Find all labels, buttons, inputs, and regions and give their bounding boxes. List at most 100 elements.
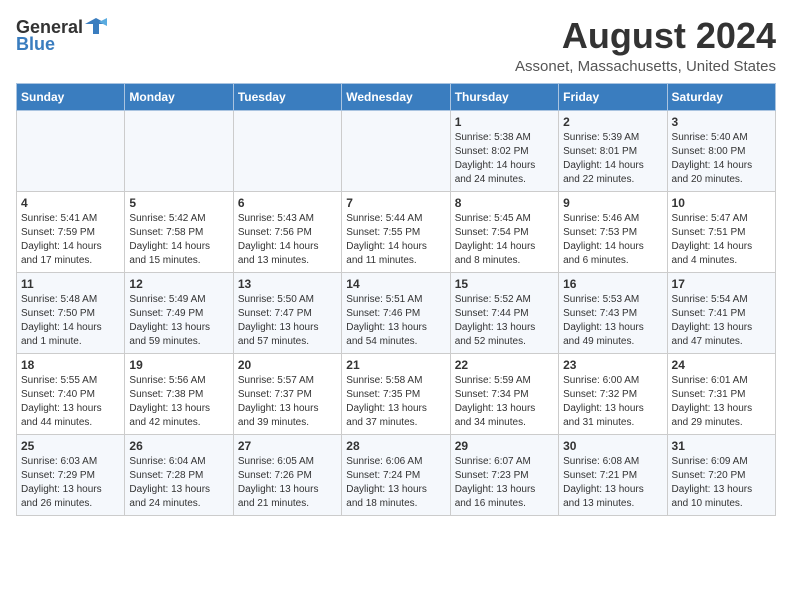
calendar-cell: 2 Sunrise: 5:39 AM Sunset: 8:01 PM Daylig… <box>559 110 667 191</box>
day-number: 13 <box>238 277 337 291</box>
calendar-cell <box>233 110 341 191</box>
day-number: 28 <box>346 439 445 453</box>
day-info: Sunrise: 5:54 AM Sunset: 7:41 PM Dayligh… <box>672 293 771 349</box>
day-number: 4 <box>21 196 120 210</box>
day-number: 22 <box>455 358 554 372</box>
day-info: Sunrise: 5:41 AM Sunset: 7:59 PM Dayligh… <box>21 212 120 268</box>
day-info: Sunrise: 5:51 AM Sunset: 7:46 PM Dayligh… <box>346 293 445 349</box>
day-info: Sunrise: 6:08 AM Sunset: 7:21 PM Dayligh… <box>563 455 662 511</box>
calendar-cell <box>17 110 125 191</box>
day-number: 20 <box>238 358 337 372</box>
calendar-cell: 31 Sunrise: 6:09 AM Sunset: 7:20 PM Dayli… <box>667 434 775 515</box>
calendar-cell: 3Sunrise: 5:40 AM Sunset: 8:00 PM Daylig… <box>667 110 775 191</box>
day-number: 10 <box>672 196 771 210</box>
day-info: Sunrise: 5:46 AM Sunset: 7:53 PM Dayligh… <box>563 212 662 268</box>
title-area: August 2024 Assonet, Massachusetts, Unit… <box>515 16 776 75</box>
calendar-cell: 1 Sunrise: 5:38 AM Sunset: 8:02 PM Daylig… <box>450 110 558 191</box>
logo-bird-icon <box>85 16 107 38</box>
day-info: Sunrise: 5:52 AM Sunset: 7:44 PM Dayligh… <box>455 293 554 349</box>
day-number: 17 <box>672 277 771 291</box>
day-info: Sunrise: 5:44 AM Sunset: 7:55 PM Dayligh… <box>346 212 445 268</box>
calendar-cell: 23 Sunrise: 6:00 AM Sunset: 7:32 PM Dayli… <box>559 353 667 434</box>
calendar-week-5: 25Sunrise: 6:03 AM Sunset: 7:29 PM Dayli… <box>17 434 776 515</box>
day-info: Sunrise: 5:42 AM Sunset: 7:58 PM Dayligh… <box>129 212 228 268</box>
header-tuesday: Tuesday <box>233 83 341 110</box>
calendar-cell: 24Sunrise: 6:01 AM Sunset: 7:31 PM Dayli… <box>667 353 775 434</box>
day-number: 15 <box>455 277 554 291</box>
weekday-header-row: Sunday Monday Tuesday Wednesday Thursday… <box>17 83 776 110</box>
header-wednesday: Wednesday <box>342 83 450 110</box>
day-info: Sunrise: 5:48 AM Sunset: 7:50 PM Dayligh… <box>21 293 120 349</box>
day-info: Sunrise: 5:47 AM Sunset: 7:51 PM Dayligh… <box>672 212 771 268</box>
day-number: 26 <box>129 439 228 453</box>
day-number: 9 <box>563 196 662 210</box>
calendar-cell <box>342 110 450 191</box>
calendar-table: Sunday Monday Tuesday Wednesday Thursday… <box>16 83 776 516</box>
calendar-cell: 14 Sunrise: 5:51 AM Sunset: 7:46 PM Dayli… <box>342 272 450 353</box>
calendar-cell: 5 Sunrise: 5:42 AM Sunset: 7:58 PM Daylig… <box>125 191 233 272</box>
day-info: Sunrise: 5:39 AM Sunset: 8:01 PM Dayligh… <box>563 131 662 187</box>
day-number: 27 <box>238 439 337 453</box>
day-info: Sunrise: 5:53 AM Sunset: 7:43 PM Dayligh… <box>563 293 662 349</box>
calendar-cell: 18 Sunrise: 5:55 AM Sunset: 7:40 PM Dayli… <box>17 353 125 434</box>
day-number: 29 <box>455 439 554 453</box>
logo: General Blue <box>16 16 107 55</box>
logo-blue-text: Blue <box>16 34 55 55</box>
day-info: Sunrise: 5:49 AM Sunset: 7:49 PM Dayligh… <box>129 293 228 349</box>
calendar-cell: 11 Sunrise: 5:48 AM Sunset: 7:50 PM Dayli… <box>17 272 125 353</box>
calendar-week-3: 11 Sunrise: 5:48 AM Sunset: 7:50 PM Dayli… <box>17 272 776 353</box>
day-number: 1 <box>455 115 554 129</box>
calendar-week-2: 4 Sunrise: 5:41 AM Sunset: 7:59 PM Daylig… <box>17 191 776 272</box>
calendar-cell: 27Sunrise: 6:05 AM Sunset: 7:26 PM Dayli… <box>233 434 341 515</box>
day-number: 6 <box>238 196 337 210</box>
day-number: 7 <box>346 196 445 210</box>
calendar-cell: 10 Sunrise: 5:47 AM Sunset: 7:51 PM Dayli… <box>667 191 775 272</box>
day-number: 2 <box>563 115 662 129</box>
day-number: 19 <box>129 358 228 372</box>
day-number: 11 <box>21 277 120 291</box>
header: General Blue August 2024 Assonet, Massac… <box>16 16 776 75</box>
calendar-week-1: 1 Sunrise: 5:38 AM Sunset: 8:02 PM Daylig… <box>17 110 776 191</box>
day-number: 5 <box>129 196 228 210</box>
calendar-cell: 16Sunrise: 5:53 AM Sunset: 7:43 PM Dayli… <box>559 272 667 353</box>
day-number: 12 <box>129 277 228 291</box>
calendar-cell: 13 Sunrise: 5:50 AM Sunset: 7:47 PM Dayli… <box>233 272 341 353</box>
day-number: 18 <box>21 358 120 372</box>
day-info: Sunrise: 6:09 AM Sunset: 7:20 PM Dayligh… <box>672 455 771 511</box>
day-info: Sunrise: 5:43 AM Sunset: 7:56 PM Dayligh… <box>238 212 337 268</box>
calendar-cell: 26 Sunrise: 6:04 AM Sunset: 7:28 PM Dayli… <box>125 434 233 515</box>
day-info: Sunrise: 6:01 AM Sunset: 7:31 PM Dayligh… <box>672 374 771 430</box>
day-info: Sunrise: 6:03 AM Sunset: 7:29 PM Dayligh… <box>21 455 120 511</box>
calendar-cell: 17 Sunrise: 5:54 AM Sunset: 7:41 PM Dayli… <box>667 272 775 353</box>
calendar-cell: 21 Sunrise: 5:58 AM Sunset: 7:35 PM Dayli… <box>342 353 450 434</box>
day-number: 23 <box>563 358 662 372</box>
day-info: Sunrise: 6:06 AM Sunset: 7:24 PM Dayligh… <box>346 455 445 511</box>
calendar-week-4: 18 Sunrise: 5:55 AM Sunset: 7:40 PM Dayli… <box>17 353 776 434</box>
day-number: 21 <box>346 358 445 372</box>
day-info: Sunrise: 5:58 AM Sunset: 7:35 PM Dayligh… <box>346 374 445 430</box>
calendar-cell <box>125 110 233 191</box>
day-info: Sunrise: 6:00 AM Sunset: 7:32 PM Dayligh… <box>563 374 662 430</box>
header-thursday: Thursday <box>450 83 558 110</box>
day-number: 31 <box>672 439 771 453</box>
calendar-cell: 4 Sunrise: 5:41 AM Sunset: 7:59 PM Daylig… <box>17 191 125 272</box>
calendar-cell: 9 Sunrise: 5:46 AM Sunset: 7:53 PM Daylig… <box>559 191 667 272</box>
day-number: 14 <box>346 277 445 291</box>
calendar-cell: 22Sunrise: 5:59 AM Sunset: 7:34 PM Dayli… <box>450 353 558 434</box>
day-info: Sunrise: 5:57 AM Sunset: 7:37 PM Dayligh… <box>238 374 337 430</box>
calendar-cell: 19Sunrise: 5:56 AM Sunset: 7:38 PM Dayli… <box>125 353 233 434</box>
calendar-cell: 15 Sunrise: 5:52 AM Sunset: 7:44 PM Dayli… <box>450 272 558 353</box>
calendar-cell: 7 Sunrise: 5:44 AM Sunset: 7:55 PM Daylig… <box>342 191 450 272</box>
day-info: Sunrise: 5:55 AM Sunset: 7:40 PM Dayligh… <box>21 374 120 430</box>
day-info: Sunrise: 5:50 AM Sunset: 7:47 PM Dayligh… <box>238 293 337 349</box>
calendar-cell: 25Sunrise: 6:03 AM Sunset: 7:29 PM Dayli… <box>17 434 125 515</box>
day-number: 3 <box>672 115 771 129</box>
day-info: Sunrise: 5:38 AM Sunset: 8:02 PM Dayligh… <box>455 131 554 187</box>
calendar-cell: 6 Sunrise: 5:43 AM Sunset: 7:56 PM Daylig… <box>233 191 341 272</box>
day-info: Sunrise: 5:45 AM Sunset: 7:54 PM Dayligh… <box>455 212 554 268</box>
day-number: 8 <box>455 196 554 210</box>
month-title: August 2024 <box>515 16 776 56</box>
calendar-cell: 8 Sunrise: 5:45 AM Sunset: 7:54 PM Daylig… <box>450 191 558 272</box>
calendar-cell: 29Sunrise: 6:07 AM Sunset: 7:23 PM Dayli… <box>450 434 558 515</box>
day-info: Sunrise: 6:04 AM Sunset: 7:28 PM Dayligh… <box>129 455 228 511</box>
